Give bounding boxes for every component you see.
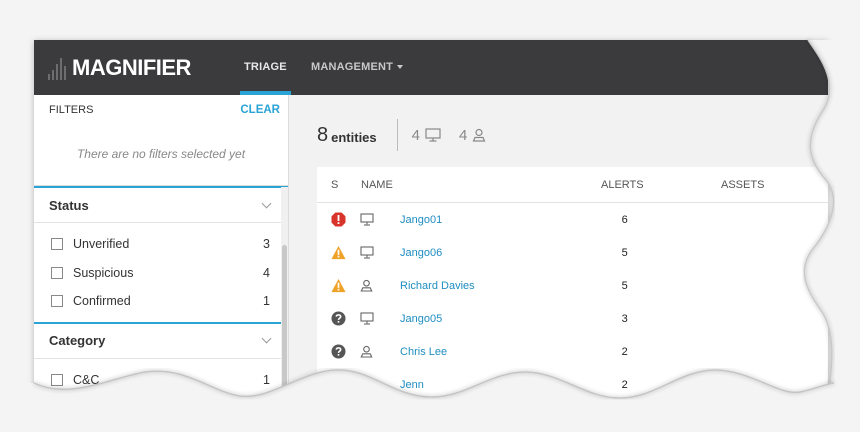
torn-edge-overlay	[0, 39, 860, 432]
